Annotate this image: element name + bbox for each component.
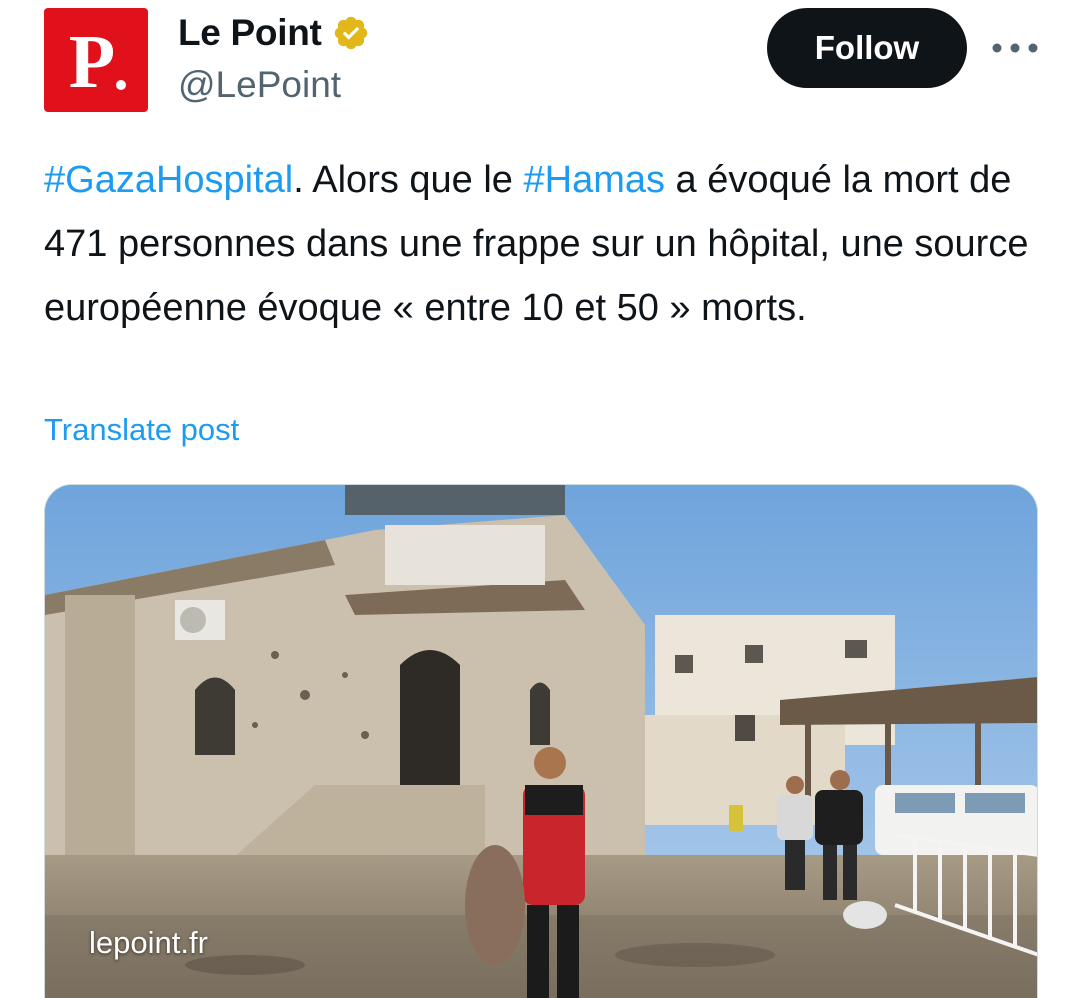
media-watermark: lepoint.fr: [89, 925, 208, 960]
verified-icon[interactable]: [332, 14, 370, 52]
avatar-letter: P: [68, 20, 116, 104]
hashtag-hamas[interactable]: #Hamas: [524, 159, 666, 201]
display-name[interactable]: Le Point: [178, 12, 322, 54]
hashtag-gazahospital[interactable]: #GazaHospital: [44, 159, 293, 201]
more-button[interactable]: [990, 30, 1040, 66]
avatar-dot: [116, 80, 126, 90]
hospital-photo: [45, 485, 1037, 998]
tweet: P Le Point @LePoint Follow #GazaHospital…: [0, 0, 1079, 998]
avatar[interactable]: P: [44, 8, 148, 112]
follow-button[interactable]: Follow: [767, 8, 967, 88]
tweet-text-part-1: . Alors que le: [293, 159, 524, 201]
more-horizontal-icon: [992, 43, 1038, 53]
media-image[interactable]: lepoint.fr: [44, 484, 1038, 998]
author-name-row: Le Point: [178, 12, 370, 54]
tweet-text: #GazaHospital. Alors que le #Hamas a évo…: [44, 148, 1054, 340]
translate-post-link[interactable]: Translate post: [44, 412, 239, 448]
handle[interactable]: @LePoint: [178, 64, 341, 106]
